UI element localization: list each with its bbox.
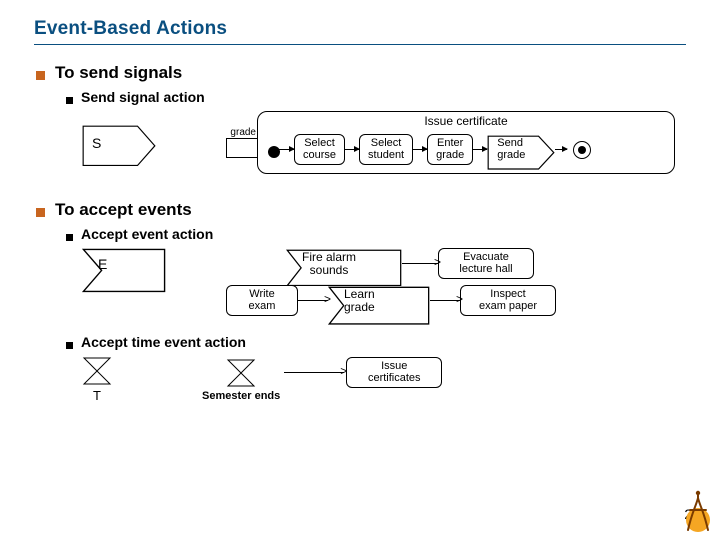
hourglass-icon: [226, 358, 256, 388]
flow-semester-ends: Semester ends Issuecertificates: [202, 357, 442, 402]
final-node-icon: [573, 141, 591, 159]
action-write-exam: Writeexam: [226, 285, 298, 316]
step-send-grade: Sendgrade: [487, 135, 555, 165]
heading-accept: To accept events: [55, 200, 192, 220]
accept-flows: Fire alarmsounds Evacuatelecture hall Wr…: [286, 248, 556, 316]
signal-send-label: S: [92, 135, 101, 151]
page-title: Event-Based Actions: [34, 18, 686, 45]
sub-accept1: Accept event action: [81, 226, 213, 242]
accept-event-symbol: E: [82, 248, 166, 280]
bullet-icon: [36, 208, 45, 217]
event-fire-alarm-label: Fire alarmsounds: [302, 251, 356, 276]
bullet-send-signals: To send signals: [34, 63, 686, 83]
subbullet-send-signal-action: Send signal action: [64, 89, 686, 105]
section-accept: To accept events Accept event action E F…: [34, 200, 686, 403]
bullet-icon: [66, 97, 73, 104]
step-send-grade-label: Sendgrade: [497, 138, 525, 161]
event-learn-grade-label: Learngrade: [344, 288, 375, 313]
action-inspect-paper: Inspectexam paper: [460, 285, 556, 316]
time-event-label: Semester ends: [202, 390, 280, 402]
signal-send-symbol: S: [82, 125, 156, 161]
time-symbol-label: T: [93, 388, 101, 403]
action-issue-certificates: Issuecertificates: [346, 357, 442, 388]
heading-send: To send signals: [55, 63, 182, 83]
bullet-accept-events: To accept events: [34, 200, 686, 220]
activity-with-pin: grade Issue certificate Selectcourse Sel…: [226, 111, 675, 174]
section-send: To send signals Send signal action S gra…: [34, 63, 686, 174]
bullet-icon: [66, 234, 73, 241]
bullet-icon: [36, 71, 45, 80]
diagram-send: S grade Issue certificate Selectcourse S: [82, 111, 686, 174]
step-enter-grade: Entergrade: [427, 134, 473, 165]
event-learn-grade: Learngrade: [328, 286, 430, 316]
sub-send: Send signal action: [81, 89, 205, 105]
time-event-semester-ends: Semester ends: [202, 358, 280, 402]
logo-icon: [678, 490, 712, 534]
activity-issue-certificate: Issue certificate Selectcourse Selectstu…: [257, 111, 675, 174]
initial-node-icon: [268, 146, 280, 158]
bullet-icon: [66, 342, 73, 349]
action-evacuate: Evacuatelecture hall: [438, 248, 534, 279]
hourglass-icon: [82, 356, 112, 386]
sub-accept2: Accept time event action: [81, 334, 246, 350]
activity-title: Issue certificate: [258, 114, 674, 128]
subbullet-accept-event-action: Accept event action: [64, 226, 686, 242]
event-fire-alarm: Fire alarmsounds: [286, 249, 402, 279]
input-pin: [226, 138, 258, 158]
diagram-time-event: T Semester ends Issuecertificates: [82, 356, 686, 403]
flow-exam: Writeexam Learngrade Inspectexam paper: [226, 285, 556, 316]
pin-label: grade: [230, 127, 256, 138]
step-select-student: Selectstudent: [359, 134, 413, 165]
step-select-course: Selectcourse: [294, 134, 345, 165]
accept-event-label: E: [98, 257, 107, 272]
subbullet-accept-time-event: Accept time event action: [64, 334, 686, 350]
time-event-symbol: T: [82, 356, 112, 403]
diagram-accept: E Fire alarmsounds Evacuatelecture hall …: [82, 248, 686, 316]
flow-fire-alarm: Fire alarmsounds Evacuatelecture hall: [286, 248, 556, 279]
